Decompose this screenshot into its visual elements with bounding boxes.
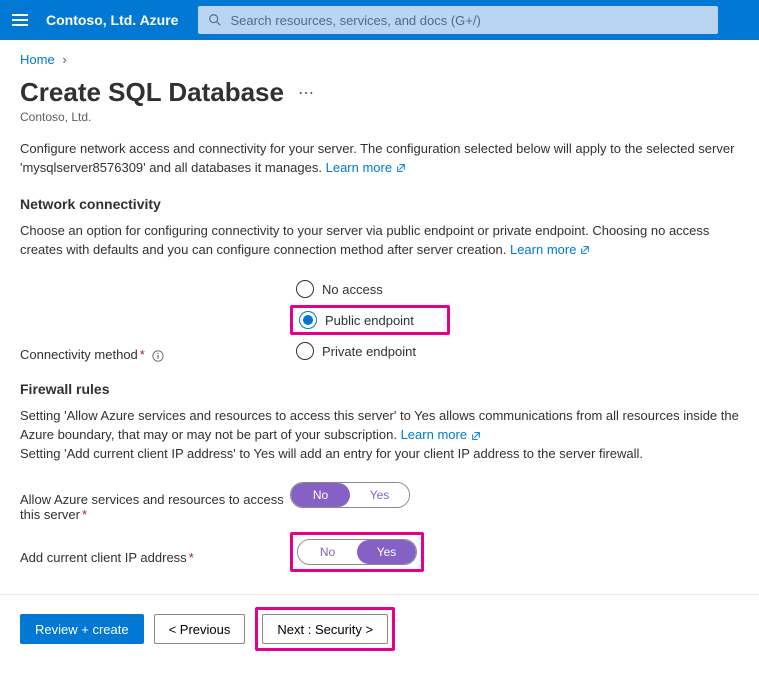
next-security-button[interactable]: Next : Security > xyxy=(262,614,388,644)
toggle-no[interactable]: No xyxy=(298,540,357,564)
highlight-box: Public endpoint xyxy=(290,305,450,335)
allow-azure-label: Allow Azure services and resources to ac… xyxy=(20,492,290,522)
radio-public-endpoint[interactable]: Public endpoint xyxy=(293,308,447,332)
toggle-yes[interactable]: Yes xyxy=(350,483,409,507)
highlight-box: No Yes xyxy=(290,532,424,572)
external-link-icon xyxy=(396,163,406,173)
page-title: Create SQL Database xyxy=(20,77,284,108)
learn-more-intro[interactable]: Learn more xyxy=(326,160,406,175)
search-input[interactable] xyxy=(230,13,708,28)
learn-more-firewall[interactable]: Learn more xyxy=(401,427,481,442)
wizard-footer: Review + create < Previous Next : Securi… xyxy=(0,594,759,663)
global-search[interactable] xyxy=(198,6,718,34)
toggle-no[interactable]: No xyxy=(291,483,350,507)
connectivity-method-label: Connectivity method* xyxy=(20,277,290,362)
radio-icon xyxy=(296,342,314,360)
radio-icon xyxy=(299,311,317,329)
top-header: Contoso, Ltd. Azure xyxy=(0,0,759,40)
external-link-icon xyxy=(580,245,590,255)
learn-more-network[interactable]: Learn more xyxy=(510,242,590,257)
network-connectivity-title: Network connectivity xyxy=(20,196,739,212)
previous-button[interactable]: < Previous xyxy=(154,614,246,644)
info-icon[interactable] xyxy=(152,350,164,362)
chevron-right-icon: › xyxy=(62,52,66,67)
add-ip-label: Add current client IP address* xyxy=(20,550,290,565)
radio-icon xyxy=(296,280,314,298)
search-icon xyxy=(208,13,222,27)
page-subtitle: Contoso, Ltd. xyxy=(0,108,759,132)
allow-azure-toggle[interactable]: No Yes xyxy=(290,482,410,508)
breadcrumb: Home › xyxy=(0,40,759,71)
radio-no-access[interactable]: No access xyxy=(290,277,450,301)
radio-private-endpoint[interactable]: Private endpoint xyxy=(290,339,450,363)
review-create-button[interactable]: Review + create xyxy=(20,614,144,644)
firewall-rules-title: Firewall rules xyxy=(20,381,739,397)
toggle-yes[interactable]: Yes xyxy=(357,540,416,564)
connectivity-method-field: Connectivity method* No access Public en… xyxy=(20,277,739,363)
external-link-icon xyxy=(471,431,481,441)
allow-azure-field: Allow Azure services and resources to ac… xyxy=(20,482,739,532)
network-desc: Choose an option for configuring connect… xyxy=(20,222,739,260)
org-name: Contoso, Ltd. Azure xyxy=(46,12,178,28)
add-ip-toggle[interactable]: No Yes xyxy=(297,539,417,565)
more-actions-icon[interactable]: ⋯ xyxy=(298,83,316,103)
hamburger-menu-icon[interactable] xyxy=(8,8,32,32)
highlight-box: Next : Security > xyxy=(255,607,395,651)
connectivity-radio-group: No access Public endpoint Private endpoi… xyxy=(290,277,450,363)
breadcrumb-home[interactable]: Home xyxy=(20,52,55,67)
title-row: Create SQL Database ⋯ xyxy=(0,71,759,108)
intro-text: Configure network access and connectivit… xyxy=(20,140,739,178)
add-ip-field: Add current client IP address* No Yes xyxy=(20,544,739,572)
firewall-desc: Setting 'Allow Azure services and resour… xyxy=(20,407,739,464)
